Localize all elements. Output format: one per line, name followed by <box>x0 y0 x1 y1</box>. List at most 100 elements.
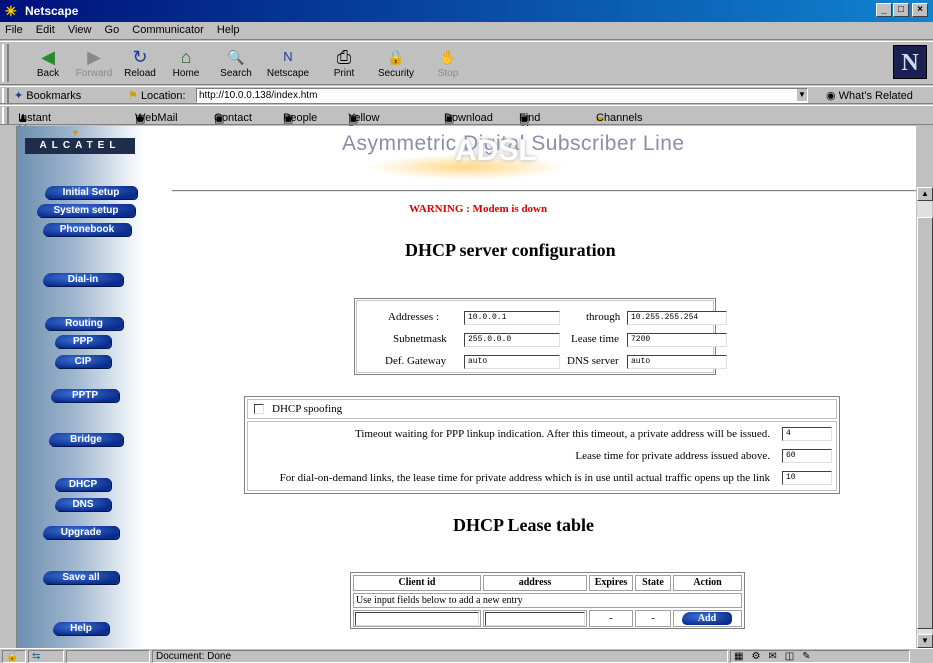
menu-bar: File Edit View Go Communicator Help <box>0 22 933 40</box>
col-address: address <box>483 575 587 591</box>
location-icon: ⚑ <box>128 90 138 102</box>
address-from-field[interactable]: 10.0.0.1 <box>464 311 560 325</box>
menu-go[interactable]: Go <box>100 22 125 38</box>
dhcp-spoofing-panel: DHCP spoofing Timeout waiting for PPP li… <box>244 396 840 494</box>
whats-related-icon: ◉ <box>826 90 836 102</box>
window-title-bar: ✳ Netscape _ □ × <box>0 0 933 22</box>
nav-dial-in[interactable]: Dial-in <box>43 273 123 286</box>
search-button[interactable]: 🔍 Search <box>210 46 262 84</box>
security-label: Security <box>377 68 415 79</box>
personal-grip[interactable] <box>2 107 9 124</box>
minimize-button[interactable]: _ <box>876 3 892 17</box>
component-bar-icons[interactable]: ▦⚙✉◫✎ <box>730 650 910 663</box>
menu-file[interactable]: File <box>0 22 28 38</box>
nav-routing[interactable]: Routing <box>45 317 123 330</box>
reload-label: Reload <box>124 68 156 79</box>
dhcp-config-panel: Addresses : 10.0.0.1 through 10.255.255.… <box>354 298 727 375</box>
back-label: Back <box>36 68 60 79</box>
nav-system-setup[interactable]: System setup <box>37 204 135 217</box>
forward-label: Forward <box>75 68 113 79</box>
print-button[interactable]: ⎙ Print <box>318 46 370 84</box>
subnetmask-field[interactable]: 255.0.0.0 <box>464 333 560 347</box>
nav-dns[interactable]: DNS <box>55 498 111 511</box>
whats-related-button[interactable]: ◉ What's Related <box>826 89 913 102</box>
timeout-label: Timeout waiting for PPP linkup indicatio… <box>354 428 770 440</box>
menu-communicator[interactable]: Communicator <box>127 22 209 38</box>
location-url-input[interactable]: http://10.0.0.138/index.htm <box>196 88 808 103</box>
connection-status-icon: ⇆ <box>28 650 64 663</box>
nav-dhcp[interactable]: DHCP <box>55 478 111 491</box>
add-button[interactable]: Add <box>682 612 732 625</box>
menu-edit[interactable]: Edit <box>31 22 60 38</box>
gateway-field[interactable]: auto <box>464 355 560 369</box>
status-bar: 🔓 ⇆ Document: Done ▦⚙✉◫✎ <box>0 648 933 663</box>
security-status-icon[interactable]: 🔓 <box>2 650 26 663</box>
private-lease-field[interactable]: 60 <box>782 449 832 463</box>
modem-warning: WARNING : Modem is down <box>409 203 548 215</box>
alcatel-logo: ALCATEL <box>25 138 135 154</box>
stop-label: Stop <box>437 68 459 79</box>
nav-pptp[interactable]: PPTP <box>51 389 119 402</box>
search-icon: 🔍 <box>227 49 245 65</box>
close-button[interactable]: × <box>912 3 928 17</box>
maximize-button[interactable]: □ <box>893 3 909 17</box>
bookmarks-button[interactable]: ✦ Bookmarks <box>14 89 81 102</box>
adsl-banner: Asymmetric Digital Subscriber Line ADSL <box>177 126 916 186</box>
scroll-down-icon[interactable]: ▼ <box>917 634 933 648</box>
back-button[interactable]: ◀ Back <box>22 46 74 84</box>
nav-phonebook[interactable]: Phonebook <box>43 223 131 236</box>
lease-table: Client id address Expires State Action U… <box>350 572 745 629</box>
netscape-icon: N <box>283 49 293 64</box>
expires-value: - <box>589 610 633 627</box>
dhcp-config-title: DHCP server configuration <box>405 240 616 260</box>
print-label: Print <box>333 68 355 79</box>
dns-server-field[interactable]: auto <box>627 355 727 369</box>
forward-icon: ▶ <box>87 47 101 67</box>
client-id-input[interactable] <box>355 612 479 626</box>
lease-time-field[interactable]: 7200 <box>627 333 727 347</box>
col-action: Action <box>673 575 742 591</box>
security-icon: 🔒 <box>387 49 405 65</box>
dhcp-spoofing-checkbox[interactable] <box>254 404 264 414</box>
reload-button[interactable]: ↻ Reload <box>114 46 166 84</box>
toolbar-grip[interactable] <box>2 44 9 82</box>
addresses-label: Addresses : <box>388 311 440 323</box>
spoofing-settings: Timeout waiting for PPP linkup indicatio… <box>247 421 837 491</box>
stop-icon: ✋ <box>439 49 457 65</box>
stop-button[interactable]: ✋ Stop <box>422 46 474 84</box>
nav-upgrade[interactable]: Upgrade <box>43 526 119 539</box>
dhcp-spoofing-label: DHCP spoofing <box>272 403 343 415</box>
netscape-button[interactable]: N Netscape <box>262 46 314 84</box>
lease-row-address <box>483 610 587 627</box>
nav-cip[interactable]: CIP <box>55 355 111 368</box>
menu-view[interactable]: View <box>63 22 97 38</box>
reload-icon: ↻ <box>132 47 148 67</box>
location-grip[interactable] <box>2 88 9 103</box>
security-button[interactable]: 🔒 Security <box>370 46 422 84</box>
home-label: Home <box>172 68 200 79</box>
subnetmask-label: Subnetmask <box>393 333 447 345</box>
timeout-field[interactable]: 4 <box>782 427 832 441</box>
search-label: Search <box>220 68 252 79</box>
scroll-thumb[interactable] <box>917 217 933 629</box>
dial-on-demand-field[interactable]: 10 <box>782 471 832 485</box>
address-to-field[interactable]: 10.255.255.254 <box>627 311 727 325</box>
nav-bridge[interactable]: Bridge <box>49 433 123 446</box>
people-label: People <box>283 112 318 124</box>
address-input[interactable] <box>485 612 585 626</box>
contact-label: Contact <box>214 112 252 124</box>
location-dropdown-icon[interactable]: ▼ <box>797 89 807 101</box>
nav-save-all[interactable]: Save all <box>43 571 119 584</box>
vertical-scrollbar[interactable]: ▲ ▼ <box>916 187 933 648</box>
home-button[interactable]: ⌂ Home <box>160 46 212 84</box>
scroll-up-icon[interactable]: ▲ <box>917 187 933 201</box>
navigation-toolbar: ◀ Back ▶ Forward ↻ Reload ⌂ Home 🔍 Search N Ne… <box>0 41 933 85</box>
nav-help[interactable]: Help <box>53 622 109 635</box>
progress-bar <box>66 650 150 663</box>
nav-ppp[interactable]: PPP <box>55 335 111 348</box>
netscape-logo[interactable]: N <box>893 45 927 79</box>
nav-initial-setup[interactable]: Initial Setup <box>45 186 137 199</box>
menu-help[interactable]: Help <box>212 22 245 38</box>
forward-button[interactable]: ▶ Forward <box>68 46 120 84</box>
dns-server-label: DNS server <box>567 355 619 367</box>
